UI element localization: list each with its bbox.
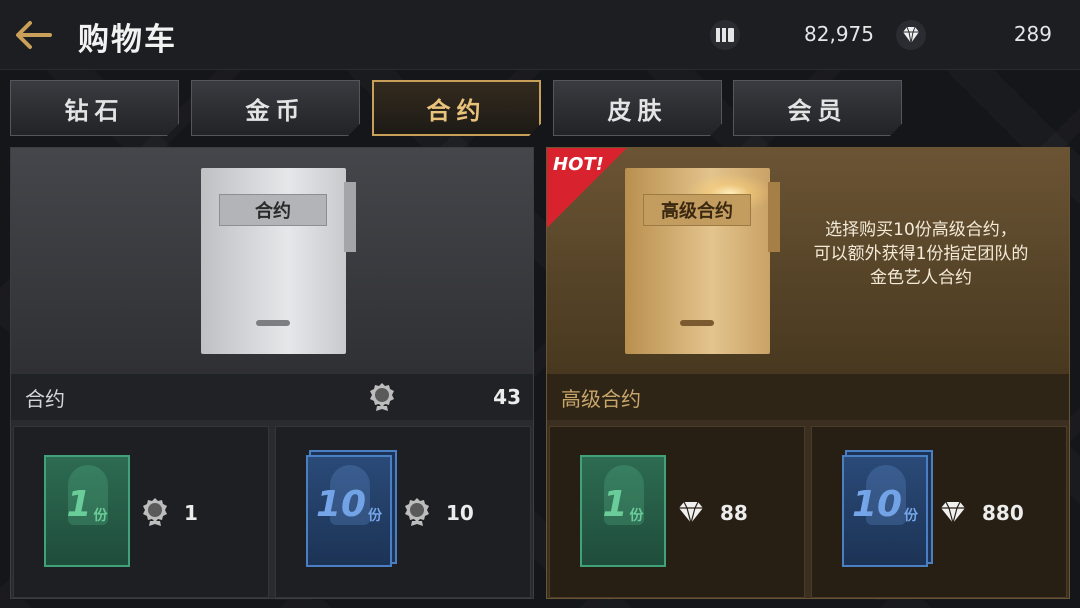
hot-badge: HOT! (553, 154, 604, 175)
document-label: 合约 (219, 194, 327, 226)
document-label: 高级合约 (643, 194, 751, 226)
player-silhouette (866, 465, 906, 525)
contract-document-image: 合约 (201, 168, 356, 354)
premium-document-image: 高级合约 (625, 168, 780, 354)
top-bar: 购物车 82,975 289 (0, 0, 1080, 70)
tab-membership[interactable]: 会员 (733, 80, 902, 136)
diamond-icon (676, 497, 706, 527)
buy-10-contract-option[interactable]: 10 份 10 (275, 426, 531, 598)
diamond-icon (938, 497, 968, 527)
price-value: 10 (446, 501, 474, 525)
document-slot (680, 320, 714, 326)
standard-contract-panel: 合约 合约 43 1 份 1 10 份 10 (10, 147, 534, 599)
premium-name: 高级合约 (561, 386, 641, 411)
tab-skins[interactable]: 皮肤 (553, 80, 722, 136)
price-value: 880 (982, 501, 1024, 525)
tab-coins[interactable]: 金币 (191, 80, 360, 136)
promo-line: 可以额外获得1份指定团队的 (813, 244, 1029, 264)
tab-diamonds[interactable]: 钻石 (10, 80, 179, 136)
price-value: 88 (720, 501, 748, 525)
contract-card-green: 1 份 (44, 455, 130, 567)
tab-contracts[interactable]: 合约 (372, 80, 541, 136)
promo-line: 金色艺人合约 (870, 268, 972, 288)
premium-name-bar: 高级合约 (547, 374, 1069, 420)
diamond-icon[interactable] (894, 20, 928, 50)
contract-name-bar: 合约 43 (11, 374, 533, 420)
buy-1-premium-option[interactable]: 1 份 88 (549, 426, 805, 598)
diamond-balance: 289 (1013, 22, 1052, 46)
page-title: 购物车 (78, 22, 177, 58)
player-silhouette (604, 465, 644, 525)
card-unit: 份 (368, 508, 383, 524)
contract-name: 合约 (25, 386, 65, 411)
card-unit: 份 (904, 508, 919, 524)
promo-text: 选择购买10份高级合约， 可以额外获得1份指定团队的 金色艺人合约 (779, 218, 1063, 290)
player-silhouette (68, 465, 108, 525)
document-slot (256, 320, 290, 326)
contract-card-green: 1 份 (580, 455, 666, 567)
buy-10-premium-option[interactable]: 10 份 880 (811, 426, 1067, 598)
document-tab-edge (344, 182, 356, 252)
player-silhouette (330, 465, 370, 525)
back-arrow-icon (16, 21, 52, 49)
contract-card-blue: 10 份 (306, 455, 392, 567)
back-button[interactable] (10, 15, 56, 55)
medal-icon (402, 497, 432, 527)
premium-contract-panel: HOT! 高级合约 选择购买10份高级合约， 可以额外获得1份指定团队的 金色艺… (546, 147, 1070, 599)
coin-balance: 82,975 (804, 22, 874, 46)
premium-hero: HOT! 高级合约 选择购买10份高级合约， 可以额外获得1份指定团队的 金色艺… (547, 148, 1069, 374)
promo-line: 选择购买10份高级合约， (825, 220, 1017, 240)
medal-icon (367, 382, 397, 412)
price-value: 1 (184, 501, 198, 525)
contract-hero: 合约 (11, 148, 533, 374)
buy-1-contract-option[interactable]: 1 份 1 (13, 426, 269, 598)
medal-icon (140, 497, 170, 527)
contract-card-blue: 10 份 (842, 455, 928, 567)
coin-stack-icon[interactable] (708, 20, 742, 50)
owned-count: 43 (493, 385, 521, 409)
